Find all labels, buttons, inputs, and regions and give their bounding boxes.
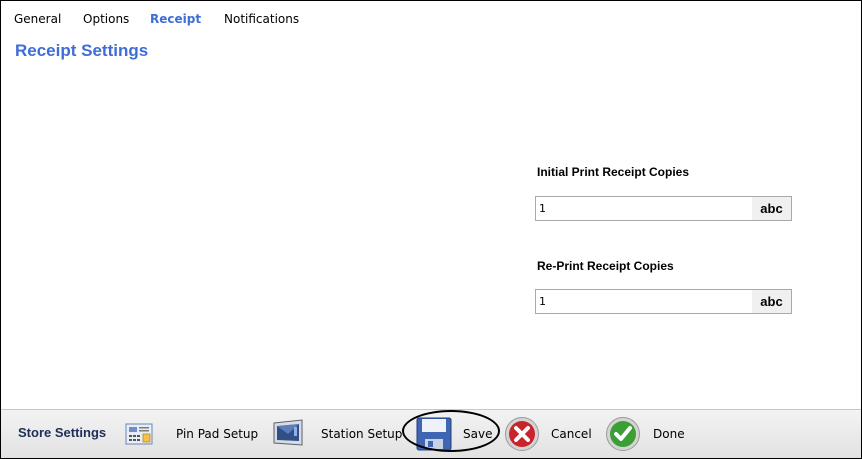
- reprint-copies-keyboard-button[interactable]: abc: [752, 290, 791, 313]
- save-button[interactable]: Save: [416, 410, 492, 458]
- store-settings-title: Store Settings: [18, 425, 107, 440]
- reprint-copies-input[interactable]: [536, 290, 752, 313]
- monitor-icon: [272, 419, 308, 451]
- tab-options[interactable]: Options: [83, 12, 129, 26]
- floppy-disk-icon: [416, 417, 452, 455]
- initial-copies-label: Initial Print Receipt Copies: [537, 165, 690, 179]
- pin-pad-icon: [125, 423, 165, 449]
- checkmark-icon: [605, 416, 641, 456]
- station-setup-label: Station Setup: [321, 427, 403, 441]
- station-setup-button[interactable]: Station Setup: [272, 410, 402, 458]
- done-button[interactable]: Done: [605, 410, 685, 458]
- pin-pad-setup-button[interactable]: Pin Pad Setup: [125, 410, 258, 458]
- tab-general[interactable]: General: [14, 12, 61, 26]
- cancel-button[interactable]: Cancel: [504, 410, 592, 458]
- settings-window: General Options Receipt Notifications Re…: [0, 0, 862, 459]
- initial-copies-keyboard-button[interactable]: abc: [752, 197, 791, 220]
- done-label: Done: [653, 427, 685, 441]
- cancel-x-icon: [504, 416, 540, 456]
- reprint-copies-field: abc: [535, 289, 792, 314]
- tab-notifications[interactable]: Notifications: [224, 12, 299, 26]
- reprint-copies-label: Re-Print Receipt Copies: [537, 259, 674, 273]
- tab-receipt[interactable]: Receipt: [150, 12, 201, 26]
- initial-copies-input[interactable]: [536, 197, 752, 220]
- pin-pad-setup-label: Pin Pad Setup: [176, 427, 259, 441]
- cancel-label: Cancel: [551, 427, 592, 441]
- page-title: Receipt Settings: [15, 41, 149, 60]
- bottom-toolbar: Store Settings Pin Pad Setup Station Set…: [1, 409, 861, 458]
- save-label: Save: [463, 427, 493, 441]
- initial-copies-field: abc: [535, 196, 792, 221]
